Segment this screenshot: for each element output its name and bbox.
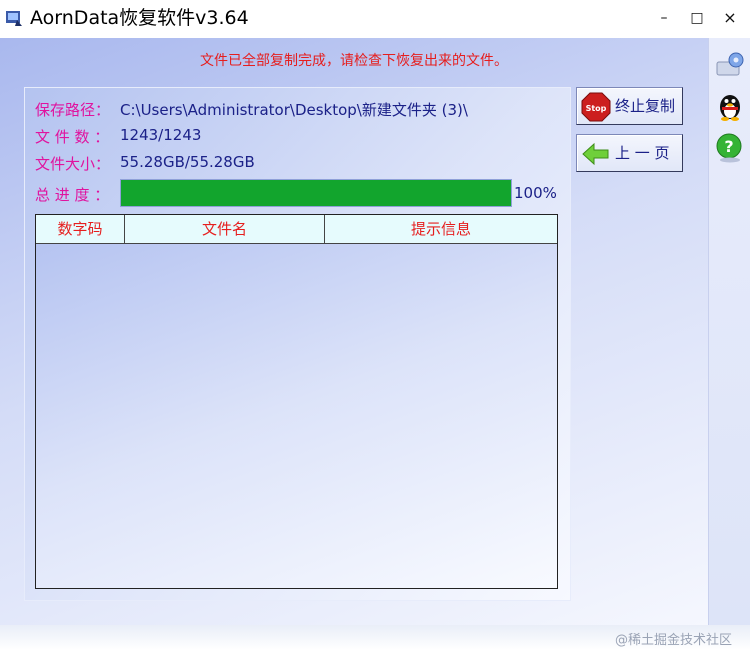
stop-copy-label: 终止复制 <box>615 97 676 115</box>
minimize-button[interactable]: – <box>650 6 678 30</box>
qq-penguin-icon[interactable] <box>714 90 746 122</box>
status-message: 文件已全部复制完成，请检查下恢复出来的文件。 <box>200 53 508 69</box>
app-logo-icon <box>6 11 22 26</box>
column-header-message[interactable]: 提示信息 <box>325 215 557 243</box>
file-list-table[interactable]: 数字码 文件名 提示信息 <box>35 214 558 589</box>
file-size-value: 55.28GB/55.28GB <box>120 153 255 171</box>
stop-sign-text: Stop <box>586 104 607 113</box>
save-path-label: 保存路径： <box>35 101 111 119</box>
progress-percent-text: 100% <box>514 184 557 202</box>
previous-page-button[interactable]: 上 一 页 <box>576 134 683 172</box>
help-glyph: ? <box>724 137 733 156</box>
table-header: 数字码 文件名 提示信息 <box>36 215 557 244</box>
save-path-value: C:\Users\Administrator\Desktop\新建文件夹 (3)… <box>120 101 468 119</box>
tool-sidebar: ? <box>708 38 750 625</box>
settings-icon[interactable] <box>714 48 746 80</box>
column-header-code[interactable]: 数字码 <box>36 215 125 243</box>
file-size-label: 文件大小： <box>35 155 111 173</box>
close-button[interactable]: × <box>716 6 744 30</box>
stop-copy-button[interactable]: Stop 终止复制 <box>576 87 683 125</box>
help-icon[interactable]: ? <box>714 132 746 164</box>
maximize-button[interactable]: □ <box>683 6 711 30</box>
copy-progress-panel: 保存路径： C:\Users\Administrator\Desktop\新建文… <box>24 87 571 601</box>
arrow-left-icon <box>582 142 609 166</box>
bottom-bar: @稀土掘金技术社区 <box>0 625 750 650</box>
previous-page-label: 上 一 页 <box>615 144 670 162</box>
file-count-label: 文 件 数 ： <box>35 128 110 146</box>
stop-sign-icon: Stop <box>581 92 611 122</box>
watermark-text: @稀土掘金技术社区 <box>614 633 732 648</box>
file-count-value: 1243/1243 <box>120 126 202 144</box>
window-title: AornData恢复软件v3.64 <box>30 7 249 29</box>
column-header-filename[interactable]: 文件名 <box>125 215 325 243</box>
progress-label: 总 进 度 ： <box>35 186 110 204</box>
main-client-area: 文件已全部复制完成，请检查下恢复出来的文件。 保存路径： C:\Users\Ad… <box>0 38 708 625</box>
progress-bar <box>120 179 512 207</box>
progress-bar-fill <box>121 180 511 206</box>
title-bar: AornData恢复软件v3.64 – □ × <box>0 0 750 38</box>
